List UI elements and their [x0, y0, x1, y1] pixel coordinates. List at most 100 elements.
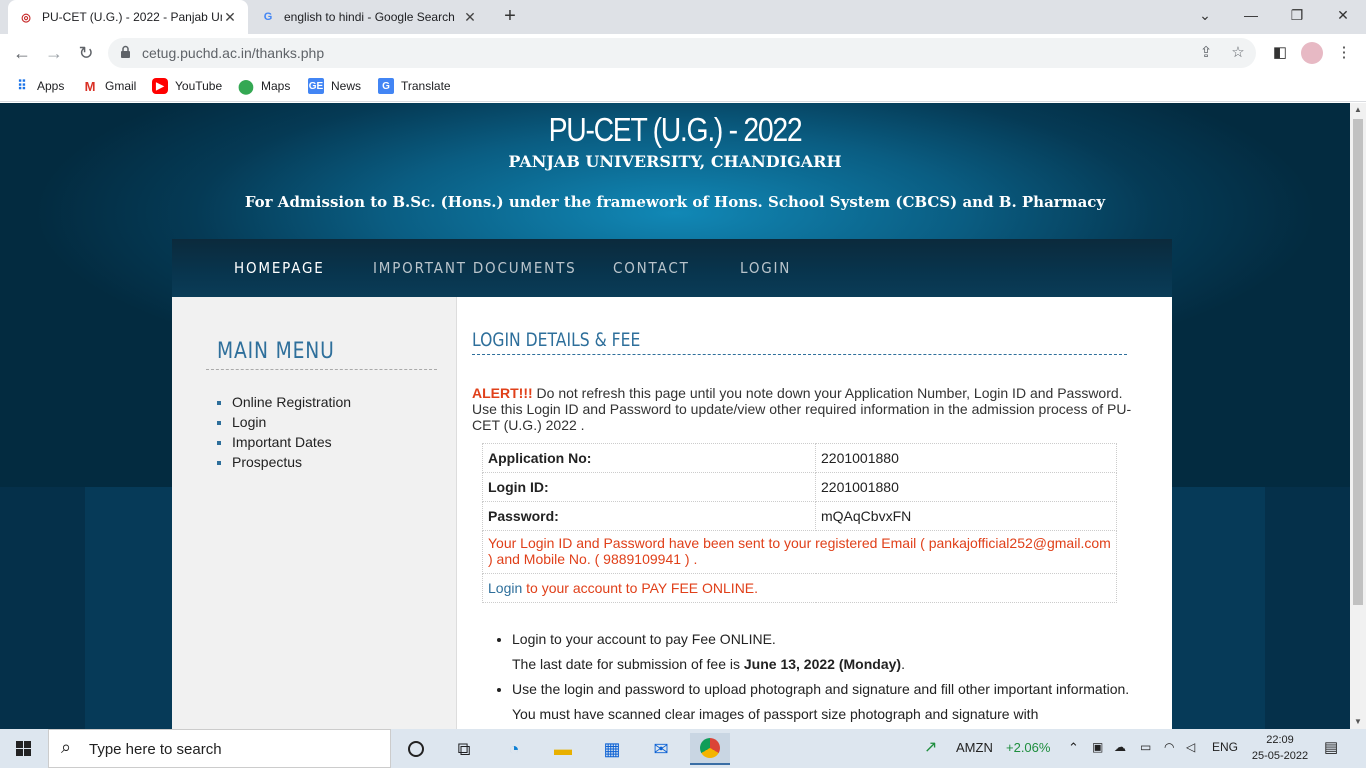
bookmark-maps[interactable]: ⬤ Maps: [238, 78, 290, 94]
detail-label: Login ID:: [482, 472, 816, 502]
tab-pucet[interactable]: ◎ PU-CET (U.G.) - 2022 - Panjab Un ✕: [8, 0, 248, 34]
site-tagline: For Admission to B.Sc. (Hons.) under the…: [244, 193, 1106, 211]
sidebar-menu: Online Registration Login Important Date…: [217, 392, 351, 472]
menu-kebab-icon[interactable]: ⋮: [1330, 40, 1358, 68]
login-id: 2201001880: [815, 472, 1117, 502]
sidebar-item-prospectus[interactable]: Prospectus: [217, 452, 351, 472]
news-icon: GE: [308, 78, 324, 94]
pay-fee-message: Login to your account to PAY FEE ONLINE.: [482, 573, 1117, 603]
lock-icon: [121, 45, 130, 58]
site-title: PU-CET (U.G.) - 2022: [548, 111, 803, 148]
credentials-sent-message: Your Login ID and Password have been sen…: [482, 530, 1117, 574]
windows-start-button[interactable]: [0, 729, 48, 768]
bookmark-apps[interactable]: ⠿ Apps: [14, 78, 64, 94]
new-tab-button[interactable]: +: [498, 5, 522, 29]
divider: [206, 369, 437, 370]
onedrive-icon[interactable]: ☁: [1114, 740, 1126, 754]
wifi-icon[interactable]: ◠: [1164, 740, 1174, 754]
url-text: cetug.puchd.ac.in/thanks.php: [142, 45, 325, 61]
bookmark-youtube[interactable]: ▶ YouTube: [152, 78, 222, 94]
bookmark-label: Gmail: [105, 79, 137, 93]
table-row: Your Login ID and Password have been sen…: [482, 530, 1117, 574]
scroll-up-icon[interactable]: ▲: [1350, 103, 1366, 117]
bookmark-star-icon[interactable]: ☆: [1228, 43, 1248, 63]
stock-symbol[interactable]: AMZN: [956, 740, 993, 755]
tab-title: english to hindi - Google Search: [284, 10, 455, 24]
reload-button[interactable]: ↻: [72, 40, 100, 68]
profile-avatar[interactable]: [1298, 40, 1326, 68]
nav-homepage[interactable]: HOMEPAGE: [234, 259, 325, 277]
bookmark-label: Apps: [37, 79, 65, 93]
edge-icon[interactable]: ◔: [494, 733, 534, 765]
nav-important-documents[interactable]: IMPORTANT DOCUMENTS: [373, 259, 576, 277]
bookmark-translate[interactable]: G Translate: [378, 78, 451, 94]
nav-contact[interactable]: CONTACT: [613, 259, 690, 277]
restore-button[interactable]: ❐: [1274, 0, 1320, 32]
table-row: Password: mQAqCbvxFN: [482, 501, 1117, 531]
login-details-table: Application No: 2201001880 Login ID: 220…: [482, 443, 1117, 603]
google-icon: G: [263, 11, 273, 23]
system-clock[interactable]: 22:09 25-05-2022: [1248, 732, 1312, 764]
tab-strip: ◎ PU-CET (U.G.) - 2022 - Panjab Un ✕ G e…: [0, 0, 1366, 34]
tab-title: PU-CET (U.G.) - 2022 - Panjab Un: [42, 10, 222, 24]
instructions-list: Login to your account to pay Fee ONLINE.…: [512, 627, 1132, 727]
nav-login[interactable]: LOGIN: [740, 259, 791, 277]
back-button[interactable]: ←: [8, 40, 36, 68]
list-item: Use the login and password to upload pho…: [512, 677, 1132, 727]
alert-label: ALERT!!!: [472, 385, 533, 401]
bookmarks-bar: ⠿ Apps M Gmail ▶ YouTube ⬤ Maps GE News G Tran…: [0, 72, 1366, 102]
bookmark-label: YouTube: [175, 79, 223, 93]
stock-change: +2.06%: [1006, 740, 1051, 755]
clock-time: 22:09: [1266, 734, 1294, 746]
scroll-down-icon[interactable]: ▼: [1350, 715, 1366, 729]
sidebar-item-important-dates[interactable]: Important Dates: [217, 432, 351, 452]
gmail-icon: M: [84, 78, 96, 94]
forward-button[interactable]: →: [40, 40, 68, 68]
windows-logo-icon: [16, 741, 31, 756]
bookmark-label: Maps: [261, 79, 291, 93]
cortana-icon[interactable]: [396, 733, 436, 765]
bookmark-news[interactable]: GE News: [308, 78, 361, 94]
meet-now-icon[interactable]: ▣: [1092, 740, 1103, 754]
close-window-button[interactable]: ✕: [1320, 0, 1366, 32]
clock-date: 25-05-2022: [1251, 750, 1309, 762]
close-tab-icon[interactable]: ✕: [462, 9, 478, 26]
site-favicon-icon: ◎: [21, 11, 31, 24]
input-language[interactable]: ENG: [1212, 740, 1238, 754]
detail-label: Application No:: [482, 443, 816, 473]
bookmark-label: Translate: [401, 79, 451, 93]
sidebar-item-online-registration[interactable]: Online Registration: [217, 392, 351, 412]
scroll-thumb[interactable]: [1353, 119, 1363, 605]
side-panel-icon[interactable]: ◧: [1266, 40, 1294, 68]
address-bar[interactable]: cetug.puchd.ac.in/thanks.php ⇪ ☆: [108, 38, 1256, 68]
close-tab-icon[interactable]: ✕: [222, 9, 238, 26]
minimize-button[interactable]: —: [1228, 0, 1274, 32]
sidebar-title: MAIN MENU: [217, 339, 335, 364]
volume-icon[interactable]: ◁: [1186, 740, 1195, 754]
battery-icon[interactable]: ▭: [1140, 740, 1151, 754]
bookmark-gmail[interactable]: M Gmail: [82, 78, 137, 94]
divider: [472, 354, 1127, 355]
chrome-icon[interactable]: [690, 733, 730, 765]
application-number: 2201001880: [815, 443, 1117, 473]
store-icon[interactable]: ▦: [592, 733, 632, 765]
mail-icon[interactable]: ✉: [641, 733, 681, 765]
tab-search-chevron-icon[interactable]: ⌄: [1182, 0, 1228, 32]
notification-icon[interactable]: ▤: [1324, 738, 1338, 756]
page-scrollbar[interactable]: ▲ ▼: [1350, 103, 1366, 729]
password-value: mQAqCbvxFN: [815, 501, 1117, 531]
taskbar-search-input[interactable]: ⌕ Type here to search: [48, 729, 391, 768]
youtube-icon: ▶: [152, 78, 168, 94]
tray-chevron-icon[interactable]: ⌃: [1068, 740, 1079, 756]
web-page: PU-CET (U.G.) - 2022 PANJAB UNIVERSITY, …: [0, 103, 1350, 729]
file-explorer-icon[interactable]: ▬: [543, 733, 583, 765]
pay-fee-text: to your account to PAY FEE ONLINE.: [522, 580, 759, 596]
university-name: PANJAB UNIVERSITY, CHANDIGARH: [508, 152, 842, 171]
tab-google-search[interactable]: G english to hindi - Google Search ✕: [250, 0, 488, 34]
fee-deadline: June 13, 2022 (Monday): [743, 656, 902, 672]
sidebar-item-login[interactable]: Login: [217, 412, 351, 432]
login-link[interactable]: Login: [488, 580, 522, 596]
share-icon[interactable]: ⇪: [1196, 43, 1216, 63]
table-row: Login to your account to PAY FEE ONLINE.: [482, 573, 1117, 603]
task-view-icon[interactable]: ⧉: [444, 733, 484, 765]
